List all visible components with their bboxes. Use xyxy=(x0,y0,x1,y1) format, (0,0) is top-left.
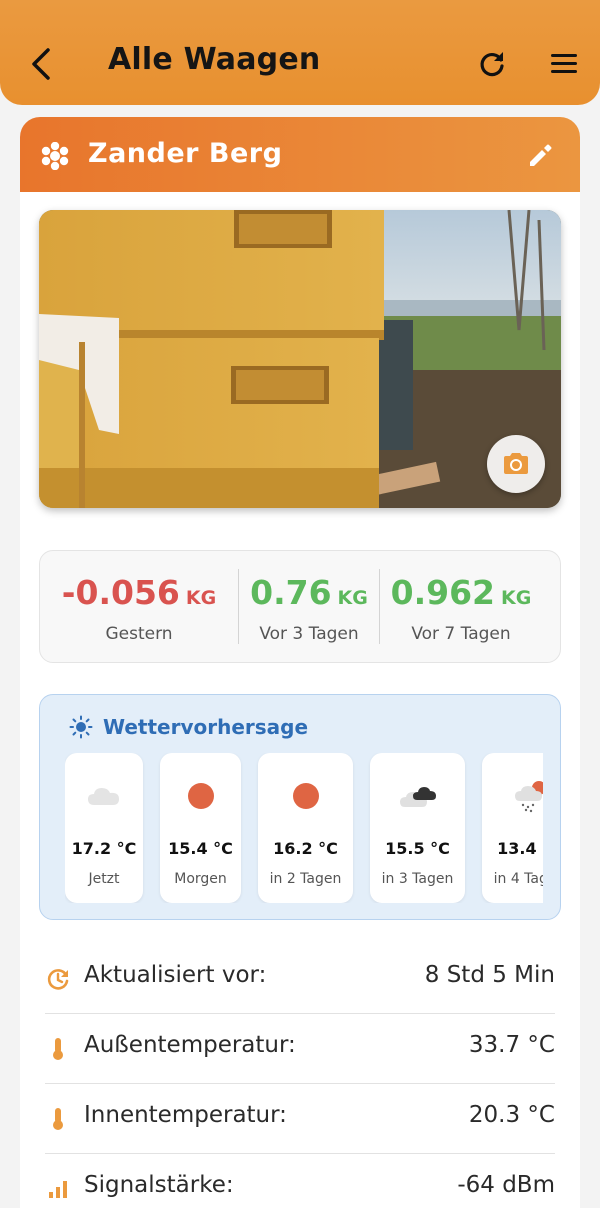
honeycomb-icon xyxy=(40,141,70,171)
forecast-card: 16.2 °C in 2 Tagen xyxy=(258,753,353,903)
sun-icon xyxy=(292,783,319,809)
sun-icon xyxy=(187,783,214,809)
cloud-icon xyxy=(88,788,119,805)
info-row-signal-strength: Signalstärke: -64 dBm xyxy=(45,1154,555,1208)
forecast-temp: 16.2 °C xyxy=(273,839,338,858)
refresh-button[interactable] xyxy=(476,48,508,80)
info-row-updated: Aktualisiert vor: 8 Std 5 Min xyxy=(45,944,555,1014)
forecast-day: in 3 Tagen xyxy=(381,871,454,887)
info-label: Innentemperatur: xyxy=(84,1102,287,1128)
chevron-left-icon xyxy=(32,48,50,80)
forecast-day: in 2 Tagen xyxy=(269,871,342,887)
camera-icon xyxy=(504,453,528,474)
forecast-card: 17.2 °C Jetzt xyxy=(65,753,143,903)
scale-card-header: Zander Berg xyxy=(20,117,580,192)
hamburger-menu-icon xyxy=(551,54,577,73)
weight-value: 0.76 xyxy=(250,573,332,612)
weight-period-label: Vor 3 Tagen xyxy=(259,624,359,644)
hive-photo-image xyxy=(39,210,561,508)
back-button[interactable] xyxy=(26,46,58,82)
forecast-temp: 17.2 °C xyxy=(71,839,137,858)
info-value: 20.3 °C xyxy=(468,1102,555,1128)
forecast-day: Morgen xyxy=(174,871,227,887)
info-label: Signalstärke: xyxy=(84,1172,234,1198)
info-value: -64 dBm xyxy=(457,1172,555,1198)
sleet-icon xyxy=(514,781,543,813)
weight-period-label: Vor 7 Tagen xyxy=(411,624,511,644)
menu-button[interactable] xyxy=(548,50,580,78)
info-label: Aktualisiert vor: xyxy=(84,962,267,988)
update-clock-icon xyxy=(47,969,69,990)
info-row-inside-temperature: Innentemperatur: 20.3 °C xyxy=(45,1084,555,1154)
forecast-card: 15.5 °C in 3 Tagen xyxy=(370,753,465,903)
edit-button[interactable] xyxy=(526,142,554,170)
weather-forecast-panel: Wettervorhersage 17.2 °C Jetzt 15.4 °C M… xyxy=(39,694,561,920)
weight-unit: KG xyxy=(185,587,217,609)
weight-period-label: Gestern xyxy=(105,624,173,644)
app-bar: Alle Waagen xyxy=(0,0,600,105)
info-value: 33.7 °C xyxy=(468,1032,555,1058)
forecast-temp: 15.4 °C xyxy=(168,839,233,858)
forecast-scroll-strip[interactable]: 17.2 °C Jetzt 15.4 °C Morgen 16.2 °C in … xyxy=(65,753,543,903)
weight-unit: KG xyxy=(501,587,532,609)
photo-camera-button[interactable] xyxy=(487,435,545,493)
info-label: Außentemperatur: xyxy=(84,1032,296,1058)
weight-change-3-days: 0.76 KG Vor 3 Tagen xyxy=(239,551,379,664)
weight-change-7-days: 0.962 KG Vor 7 Tagen xyxy=(380,551,542,664)
weight-value: -0.056 xyxy=(61,573,180,612)
weather-title: Wettervorhersage xyxy=(103,715,309,739)
info-value: 8 Std 5 Min xyxy=(424,962,555,988)
forecast-temp: 15.5 °C xyxy=(385,839,450,858)
info-row-outside-temperature: Außentemperatur: 33.7 °C xyxy=(45,1014,555,1084)
pencil-icon xyxy=(530,144,552,166)
hive-photo xyxy=(39,210,561,508)
forecast-card: 13.4 °C in 4 Tagen xyxy=(482,753,543,903)
thermometer-icon xyxy=(53,1038,63,1060)
forecast-card: 15.4 °C Morgen xyxy=(160,753,241,903)
dark-clouds-icon xyxy=(399,787,436,807)
refresh-icon xyxy=(480,52,504,77)
sun-icon xyxy=(69,715,93,739)
weight-value: 0.962 xyxy=(390,573,496,612)
page-title: Alle Waagen xyxy=(108,42,321,77)
weight-unit: KG xyxy=(337,587,368,609)
scale-name: Zander Berg xyxy=(88,138,283,169)
thermometer-icon xyxy=(53,1108,63,1130)
forecast-day: Jetzt xyxy=(88,871,120,887)
weight-changes-panel: -0.056 KG Gestern 0.76 KG Vor 3 Tagen 0.96… xyxy=(39,550,561,663)
weight-change-yesterday: -0.056 KG Gestern xyxy=(40,551,238,664)
forecast-day: in 4 Tagen xyxy=(493,871,543,887)
signal-bars-icon xyxy=(49,1181,67,1198)
forecast-temp: 13.4 °C xyxy=(497,839,543,858)
scale-card: Zander Berg -0.056 KG Gestern 0.76 KG Vo… xyxy=(20,117,580,1208)
